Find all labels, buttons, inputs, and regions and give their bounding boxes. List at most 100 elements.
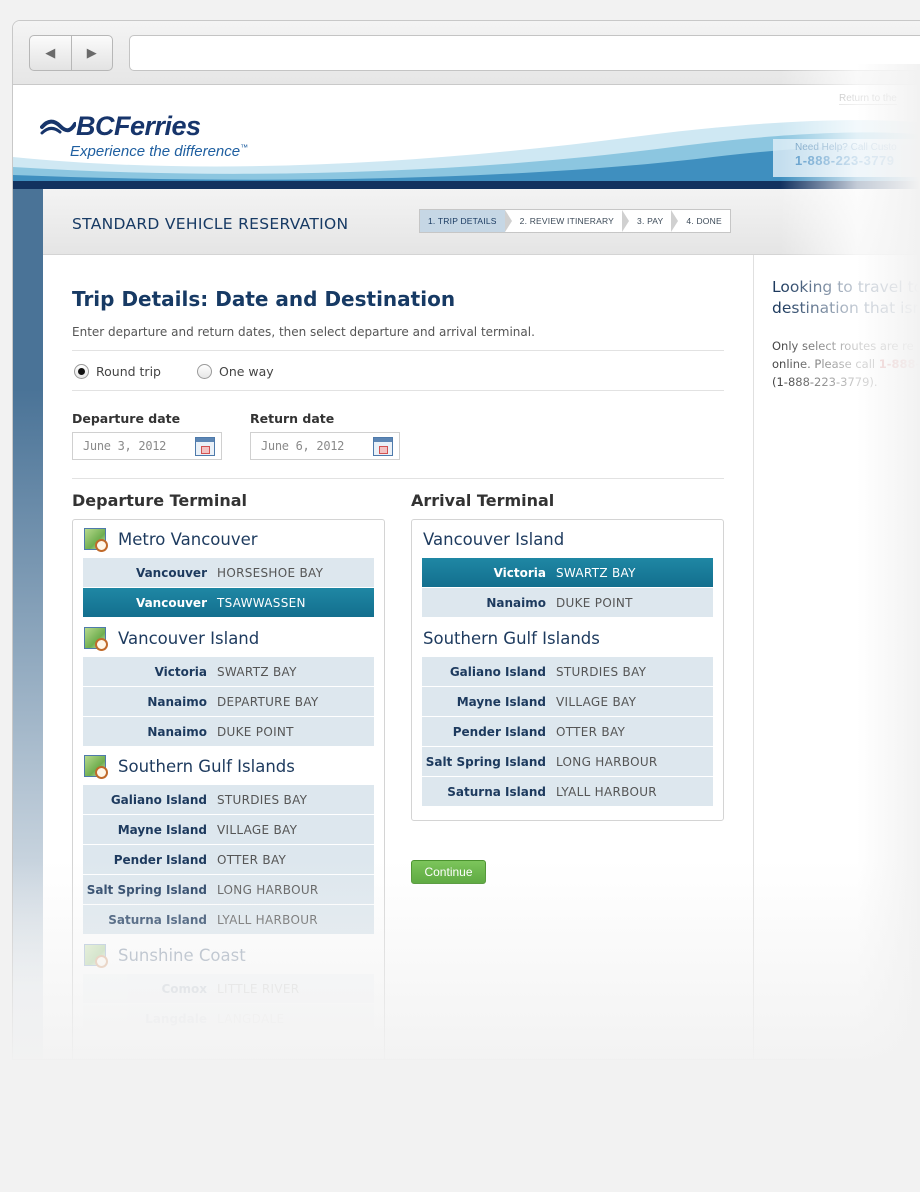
map-icon xyxy=(84,755,108,779)
region-name: Southern Gulf Islands xyxy=(423,628,600,648)
return-date-input[interactable]: June 6, 2012 xyxy=(250,432,400,460)
title-bar: STANDARD VEHICLE RESERVATION 1. TRIP DET… xyxy=(43,189,920,255)
back-arrow-icon: ◀ xyxy=(45,45,56,61)
route-vancouver-horseshoe-bay[interactable]: Vancouver HORSESHOE BAY xyxy=(83,558,374,587)
route-terminal: DUKE POINT xyxy=(217,724,294,739)
route-terminal: LONG HARBOUR xyxy=(217,882,319,897)
route-saturna-lyall-harbour[interactable]: Saturna Island LYALL HARBOUR xyxy=(83,905,374,934)
route-nanaimo-duke-point[interactable]: Nanaimo DUKE POINT xyxy=(83,717,374,746)
header-divider xyxy=(13,181,920,189)
return-date-group: Return date June 6, 2012 xyxy=(250,411,400,460)
calendar-icon[interactable] xyxy=(373,437,393,456)
main-content: STANDARD VEHICLE RESERVATION 1. TRIP DET… xyxy=(43,189,920,1059)
route-nanaimo-departure-bay[interactable]: Nanaimo DEPARTURE BAY xyxy=(83,687,374,716)
forward-button[interactable]: ▶ xyxy=(70,36,113,70)
departure-terminal-list: Metro Vancouver Vancouver HORSESHOE BAY V… xyxy=(72,519,385,1059)
back-button[interactable]: ◀ xyxy=(30,36,71,70)
region-sunshine-coast: Sunshine Coast xyxy=(73,936,384,974)
route-city: Vancouver xyxy=(135,595,207,610)
route-terminal: TSAWWASSEN xyxy=(217,595,306,610)
departure-date-label: Departure date xyxy=(72,411,181,426)
nav-buttons: ◀ ▶ xyxy=(29,35,113,71)
bcferries-logo[interactable]: BCFerries Experience the difference™ xyxy=(40,111,248,160)
route-terminal: LANGDALE xyxy=(217,1011,285,1026)
route-city: Saturna Island xyxy=(447,784,546,799)
step-done: 4. DONE xyxy=(686,216,722,226)
page-title: STANDARD VEHICLE RESERVATION xyxy=(72,215,349,233)
map-icon xyxy=(84,627,108,651)
calendar-icon[interactable] xyxy=(195,437,215,456)
form-heading: Trip Details: Date and Destination xyxy=(72,287,456,311)
route-terminal: SWARTZ BAY xyxy=(217,664,297,679)
route-mayne-village-bay[interactable]: Mayne Island VILLAGE BAY xyxy=(422,687,713,716)
one-way-radio[interactable]: One way xyxy=(196,364,274,379)
step-review-itinerary: 2. REVIEW ITINERARY xyxy=(519,216,615,226)
route-salt-spring-long-harbour[interactable]: Salt Spring Island LONG HARBOUR xyxy=(422,747,713,776)
logo-wordmark: BCFerries xyxy=(76,111,201,141)
departure-date-group: Departure date June 3, 2012 xyxy=(72,411,222,460)
route-terminal: LITTLE RIVER xyxy=(217,981,300,996)
return-date-label: Return date xyxy=(250,411,335,426)
trademark-mark: ™ xyxy=(240,143,249,152)
route-victoria-swartz-bay[interactable]: Victoria SWARTZ BAY xyxy=(422,558,713,587)
divider xyxy=(72,390,724,391)
site-header: Return to the BCFerries Experience the d… xyxy=(13,85,920,181)
sidebar-body: Only select routes are re online. Please… xyxy=(772,337,920,391)
route-city: Nanaimo xyxy=(486,595,546,610)
sidebar-body-line: Only select routes are re xyxy=(772,339,914,353)
region-name: Sunshine Coast xyxy=(118,945,246,965)
route-saturna-lyall-harbour[interactable]: Saturna Island LYALL HARBOUR xyxy=(422,777,713,806)
radio-unchecked-icon xyxy=(196,364,212,379)
sidebar-title-line: Looking to travel to xyxy=(772,278,920,296)
return-link[interactable]: Return to the xyxy=(839,93,897,105)
region-vancouver-island: Vancouver Island xyxy=(73,619,384,657)
forward-arrow-icon: ▶ xyxy=(86,45,97,61)
route-comox-little-river[interactable]: Comox LITTLE RIVER xyxy=(83,974,374,1003)
route-city: Galiano Island xyxy=(449,664,546,679)
departure-terminal-heading: Departure Terminal xyxy=(72,491,247,510)
region-name: Metro Vancouver xyxy=(118,529,258,549)
route-mayne-village-bay[interactable]: Mayne Island VILLAGE BAY xyxy=(83,815,374,844)
route-city: Galiano Island xyxy=(110,792,207,807)
route-terminal: LYALL HARBOUR xyxy=(217,912,318,927)
one-way-label: One way xyxy=(218,364,274,379)
help-sidebar: Looking to travel to destination that is… xyxy=(753,255,920,1059)
route-terminal: HORSESHOE BAY xyxy=(217,565,324,580)
help-box: Need Help? Call Custo 1-888-223-3779 xyxy=(773,139,920,177)
route-nanaimo-duke-point[interactable]: Nanaimo DUKE POINT xyxy=(422,588,713,617)
sidebar-body-line: online. Please call xyxy=(772,357,879,371)
radio-checked-icon xyxy=(74,364,89,379)
route-terminal: OTTER BAY xyxy=(217,852,287,867)
route-salt-spring-long-harbour[interactable]: Salt Spring Island LONG HARBOUR xyxy=(83,875,374,904)
route-vancouver-tsawwassen[interactable]: Vancouver TSAWWASSEN xyxy=(83,588,374,617)
sidebar-phone-link[interactable]: 1-888- xyxy=(879,357,920,371)
round-trip-label: Round trip xyxy=(96,364,161,379)
route-city: Pender Island xyxy=(113,852,207,867)
route-city: Victoria xyxy=(154,664,207,679)
region-vancouver-island: Vancouver Island xyxy=(412,520,723,558)
route-pender-otter-bay[interactable]: Pender Island OTTER BAY xyxy=(83,845,374,874)
route-langdale-langdale[interactable]: Langdale LANGDALE xyxy=(83,1004,374,1033)
wave-logo-icon xyxy=(40,119,76,134)
region-metro-vancouver: Metro Vancouver xyxy=(73,520,384,558)
route-terminal: VILLAGE BAY xyxy=(217,822,298,837)
trip-type-group: Round trip One way xyxy=(74,364,310,379)
round-trip-radio[interactable]: Round trip xyxy=(74,364,161,379)
route-city: Mayne Island xyxy=(117,822,207,837)
departure-date-input[interactable]: June 3, 2012 xyxy=(72,432,222,460)
sidebar-title-line: destination that isn xyxy=(772,299,920,317)
route-terminal: OTTER BAY xyxy=(556,724,626,739)
route-pender-otter-bay[interactable]: Pender Island OTTER BAY xyxy=(422,717,713,746)
map-icon xyxy=(84,528,108,552)
route-galiano-sturdies-bay[interactable]: Galiano Island STURDIES BAY xyxy=(83,785,374,814)
route-terminal: DUKE POINT xyxy=(556,595,633,610)
continue-button[interactable]: Continue xyxy=(411,860,486,884)
route-city: Victoria xyxy=(493,565,546,580)
help-phone[interactable]: 1-888-223-3779 xyxy=(795,153,920,168)
departure-date-value: June 3, 2012 xyxy=(83,439,167,453)
region-southern-gulf-islands: Southern Gulf Islands xyxy=(73,747,384,785)
address-bar[interactable] xyxy=(129,35,920,71)
route-galiano-sturdies-bay[interactable]: Galiano Island STURDIES BAY xyxy=(422,657,713,686)
route-city: Salt Spring Island xyxy=(86,882,207,897)
route-victoria-swartz-bay[interactable]: Victoria SWARTZ BAY xyxy=(83,657,374,686)
